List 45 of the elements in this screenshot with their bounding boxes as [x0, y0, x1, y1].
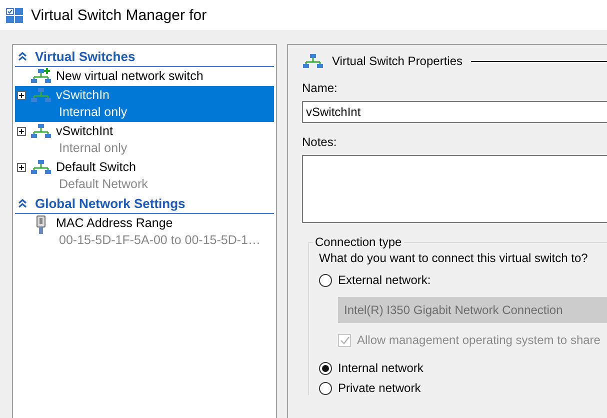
network-switch-icon — [30, 123, 52, 139]
section-title: Global Network Settings — [35, 196, 186, 211]
item-name: vSwitchIn — [56, 87, 110, 104]
plug-icon — [35, 215, 47, 235]
expand-icon[interactable] — [17, 127, 26, 136]
section-header[interactable]: Global Network Settings — [15, 194, 274, 214]
item-name: Default Switch — [56, 159, 137, 176]
radio-button[interactable] — [319, 382, 332, 394]
field-label: Notes: — [302, 135, 338, 149]
question-text: What do you want to connect this virtual switch to? — [319, 251, 589, 265]
field-label: Name: — [302, 81, 338, 95]
section-title: Virtual Switches — [35, 49, 136, 64]
item-name: MAC Address Range — [56, 215, 174, 232]
collapse-icon[interactable] — [18, 52, 27, 61]
item-name: vSwitchInt — [56, 123, 114, 140]
section-header[interactable]: Virtual Switches — [15, 47, 274, 67]
window-title: Virtual Switch Manager for — [31, 6, 207, 24]
expand-icon[interactable] — [17, 91, 26, 100]
network-switch-icon — [302, 53, 324, 69]
section-title: Virtual Switch Properties — [332, 54, 462, 68]
group-title: Connection type — [314, 235, 403, 249]
notes-field[interactable] — [302, 155, 607, 223]
radio-label: Private network — [338, 381, 421, 395]
tree-item[interactable]: vSwitchIn Internal only — [15, 86, 274, 122]
item-subtitle: Internal only — [58, 140, 128, 157]
radio-button[interactable] — [319, 362, 332, 374]
item-subtitle: Default Network — [58, 176, 148, 193]
app-icon — [6, 8, 23, 22]
expand-icon[interactable] — [17, 163, 26, 172]
radio-label: External network: — [338, 273, 431, 287]
radio-button[interactable] — [319, 274, 332, 286]
network-switch-icon — [30, 159, 52, 175]
item-name: New virtual network switch — [56, 68, 204, 85]
tree-item[interactable]: vSwitchInt Internal only — [15, 122, 274, 158]
radio-label: Internal network — [338, 361, 424, 375]
network-switch-icon — [30, 87, 52, 103]
checkbox-label: Allow management operating system to share — [357, 333, 600, 347]
tree-item[interactable]: Default Switch Default Network — [15, 158, 274, 194]
add-switch-icon — [30, 68, 52, 84]
name-field[interactable]: vSwitchInt — [302, 101, 607, 123]
item-subtitle: Internal only — [58, 104, 128, 121]
item-subtitle: 00-15-5D-1F-5A-00 to 00-15-5D-1… — [58, 232, 260, 249]
collapse-icon[interactable] — [18, 199, 27, 208]
tree-item[interactable]: MAC Address Range 00-15-5D-1F-5A-00 to 00-15-5D-1… — [15, 214, 274, 250]
tree-item[interactable]: New virtual network switch — [15, 67, 274, 86]
